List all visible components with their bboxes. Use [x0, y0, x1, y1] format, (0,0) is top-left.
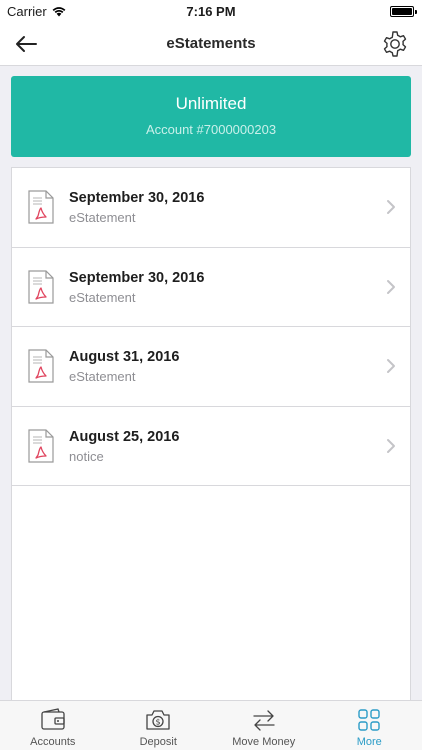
statement-date: September 30, 2016 [69, 269, 205, 286]
tab-label: Deposit [139, 736, 177, 748]
chevron-right-icon [387, 200, 395, 214]
statement-date: August 25, 2016 [69, 428, 180, 445]
statement-type: eStatement [69, 210, 136, 225]
statement-date: September 30, 2016 [69, 190, 205, 206]
statement-type: eStatement [69, 289, 136, 305]
pdf-document-icon [28, 269, 54, 304]
wallet-icon [41, 708, 65, 730]
navigation-bar: eStatements [0, 22, 422, 66]
clock: 7:16 PM [186, 4, 236, 19]
statement-row[interactable]: September 30, 2016 eStatement [12, 248, 410, 327]
pdf-document-icon [28, 190, 54, 224]
tab-more[interactable]: More [317, 701, 422, 750]
chevron-right-icon [387, 279, 395, 294]
transfer-icon [253, 710, 275, 731]
tab-deposit[interactable]: $ Deposit [106, 701, 212, 750]
pdf-document-icon [28, 349, 54, 383]
account-number: Account #7000000203 [145, 122, 277, 137]
tab-label: Move Money [232, 736, 296, 748]
statement-type: eStatement [69, 369, 136, 384]
chevron-right-icon [387, 359, 395, 373]
account-plan-name: Unlimited [175, 94, 247, 113]
account-banner: Unlimited Account #7000000203 [11, 76, 411, 157]
statement-date: August 31, 2016 [69, 349, 180, 365]
statement-type: notice [69, 448, 104, 464]
tab-bar: Accounts $ Deposit Move Money More [0, 700, 422, 750]
tab-label: Accounts [30, 736, 76, 748]
statement-row[interactable]: August 25, 2016 notice [12, 407, 410, 486]
gear-icon[interactable] [380, 29, 410, 59]
statement-list: September 30, 2016 eStatement September … [11, 167, 411, 707]
page-title: eStatements [166, 35, 256, 52]
pdf-document-icon [28, 428, 54, 463]
chevron-right-icon [387, 438, 395, 453]
grid-icon [358, 709, 380, 731]
tab-label: More [356, 736, 382, 748]
tab-move-money[interactable]: Move Money [211, 701, 317, 750]
statement-row[interactable]: August 31, 2016 eStatement [12, 327, 410, 407]
statement-row[interactable]: September 30, 2016 eStatement [12, 168, 410, 248]
camera-icon: $ [146, 710, 170, 730]
battery-icon [390, 6, 417, 17]
status-bar: Carrier 7:16 PM [0, 0, 422, 22]
svg-text:$: $ [156, 718, 161, 727]
tab-accounts[interactable]: Accounts [0, 701, 106, 750]
